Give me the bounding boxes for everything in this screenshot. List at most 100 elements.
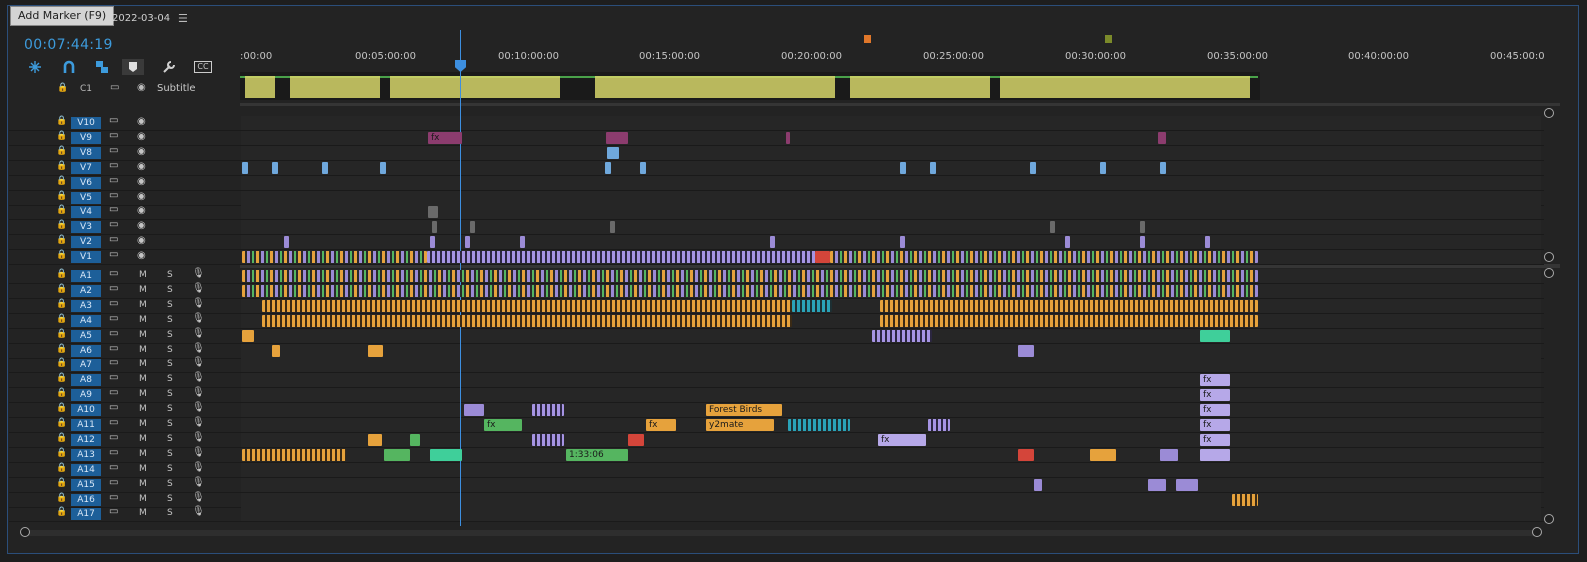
track-target-v6[interactable]: V6: [71, 176, 101, 189]
clip[interactable]: [786, 131, 790, 144]
scroll-end-handle[interactable]: [1532, 527, 1542, 537]
mute-button[interactable]: M: [139, 359, 147, 369]
track-lane[interactable]: [241, 175, 1541, 190]
solo-button[interactable]: S: [167, 315, 173, 325]
clip[interactable]: [262, 299, 792, 312]
track-lane[interactable]: [241, 507, 1541, 522]
film-icon[interactable]: ▭: [109, 402, 118, 413]
clip[interactable]: fx: [428, 131, 462, 144]
ripple-insert-icon[interactable]: [24, 59, 46, 75]
film-icon[interactable]: ▭: [109, 432, 118, 443]
clip[interactable]: [242, 284, 1258, 297]
film-icon[interactable]: ▭: [109, 417, 118, 428]
film-icon[interactable]: ▭: [109, 343, 118, 354]
film-icon[interactable]: ▭: [109, 477, 118, 488]
film-icon[interactable]: ▭: [109, 234, 118, 245]
film-icon[interactable]: ▭: [109, 447, 118, 458]
track-lane[interactable]: [241, 403, 1541, 418]
clip[interactable]: fx: [1200, 419, 1230, 431]
lock-icon[interactable]: 🔒: [57, 83, 68, 93]
track-target-v4[interactable]: V4: [71, 206, 101, 219]
track-lane[interactable]: [241, 116, 1541, 130]
audio-scroll-handle[interactable]: [1544, 514, 1554, 524]
film-icon[interactable]: ▭: [110, 82, 119, 93]
clip[interactable]: [532, 404, 564, 417]
mute-button[interactable]: M: [139, 315, 147, 325]
snap-magnet-icon[interactable]: [58, 59, 80, 75]
film-icon[interactable]: ▭: [109, 130, 118, 141]
mute-button[interactable]: M: [139, 464, 147, 474]
clip[interactable]: [880, 314, 1258, 327]
wrench-settings-icon[interactable]: [158, 59, 180, 75]
clip[interactable]: [628, 433, 644, 446]
clip[interactable]: [1030, 161, 1036, 174]
lock-icon[interactable]: 🔒: [56, 131, 67, 141]
film-icon[interactable]: ▭: [109, 313, 118, 324]
clip[interactable]: [465, 236, 470, 249]
track-target-a5[interactable]: A5: [71, 329, 101, 342]
eye-icon[interactable]: ◉: [137, 205, 146, 216]
clip[interactable]: [242, 161, 248, 174]
clip[interactable]: [872, 329, 932, 342]
track-lane[interactable]: [241, 418, 1541, 432]
lock-icon[interactable]: 🔒: [56, 220, 67, 230]
time-ruler[interactable]: :00:00 00:05:00:00 00:10:00:00 00:15:00:…: [240, 30, 1545, 72]
clip[interactable]: [368, 344, 383, 357]
mic-icon[interactable]: 🎙: [192, 506, 205, 517]
solo-button[interactable]: S: [167, 479, 173, 489]
solo-button[interactable]: S: [167, 345, 173, 355]
solo-button[interactable]: S: [167, 300, 173, 310]
track-target-a13[interactable]: A13: [71, 448, 101, 461]
film-icon[interactable]: ▭: [109, 160, 118, 171]
eye-icon[interactable]: ◉: [137, 131, 146, 142]
eye-icon[interactable]: ◉: [137, 220, 146, 231]
clip[interactable]: [928, 419, 950, 431]
lock-icon[interactable]: 🔒: [56, 418, 67, 428]
lock-icon[interactable]: 🔒: [56, 448, 67, 458]
film-icon[interactable]: ▭: [109, 506, 118, 517]
mute-button[interactable]: M: [139, 330, 147, 340]
mic-icon[interactable]: 🎙: [192, 372, 205, 383]
track-lane[interactable]: [241, 235, 1541, 250]
clip[interactable]: [606, 131, 628, 144]
eye-icon[interactable]: ◉: [137, 82, 146, 93]
mic-icon[interactable]: 🎙: [192, 298, 205, 309]
sequence-tab[interactable]: 2022-03-04: [112, 13, 170, 24]
track-target-a15[interactable]: A15: [71, 478, 101, 491]
solo-button[interactable]: S: [167, 419, 173, 429]
clip[interactable]: [1148, 478, 1166, 491]
clip[interactable]: [284, 236, 289, 249]
solo-button[interactable]: S: [167, 434, 173, 444]
clip[interactable]: [1200, 329, 1230, 342]
clip[interactable]: [610, 221, 615, 234]
lock-icon[interactable]: 🔒: [56, 358, 67, 368]
film-icon[interactable]: ▭: [109, 372, 118, 383]
clip[interactable]: [770, 236, 775, 249]
clip[interactable]: [242, 251, 427, 264]
film-icon[interactable]: ▭: [109, 357, 118, 368]
mic-icon[interactable]: 🎙: [192, 357, 205, 368]
solo-button[interactable]: S: [167, 270, 173, 280]
track-target-v1[interactable]: V1: [71, 251, 101, 264]
clip[interactable]: [532, 433, 564, 446]
clip[interactable]: [380, 161, 386, 174]
track-target-a3[interactable]: A3: [71, 299, 101, 312]
clip[interactable]: [368, 433, 382, 446]
clip[interactable]: [900, 236, 905, 249]
track-target-v10[interactable]: V10: [71, 117, 101, 129]
lock-icon[interactable]: 🔒: [56, 433, 67, 443]
clip[interactable]: [1018, 344, 1034, 357]
sequence-marker[interactable]: [1105, 35, 1112, 43]
eye-icon[interactable]: ◉: [137, 235, 146, 246]
lock-icon[interactable]: 🔒: [56, 314, 67, 324]
mute-button[interactable]: M: [139, 374, 147, 384]
lock-icon[interactable]: 🔒: [56, 161, 67, 171]
mic-icon[interactable]: 🎙: [192, 447, 205, 458]
track-target-a10[interactable]: A10: [71, 404, 101, 417]
track-target-a17[interactable]: A17: [71, 508, 101, 521]
clip[interactable]: [242, 448, 346, 461]
mic-icon[interactable]: 🎙: [192, 313, 205, 324]
eye-icon[interactable]: ◉: [137, 161, 146, 172]
solo-button[interactable]: S: [167, 285, 173, 295]
mute-button[interactable]: M: [139, 300, 147, 310]
